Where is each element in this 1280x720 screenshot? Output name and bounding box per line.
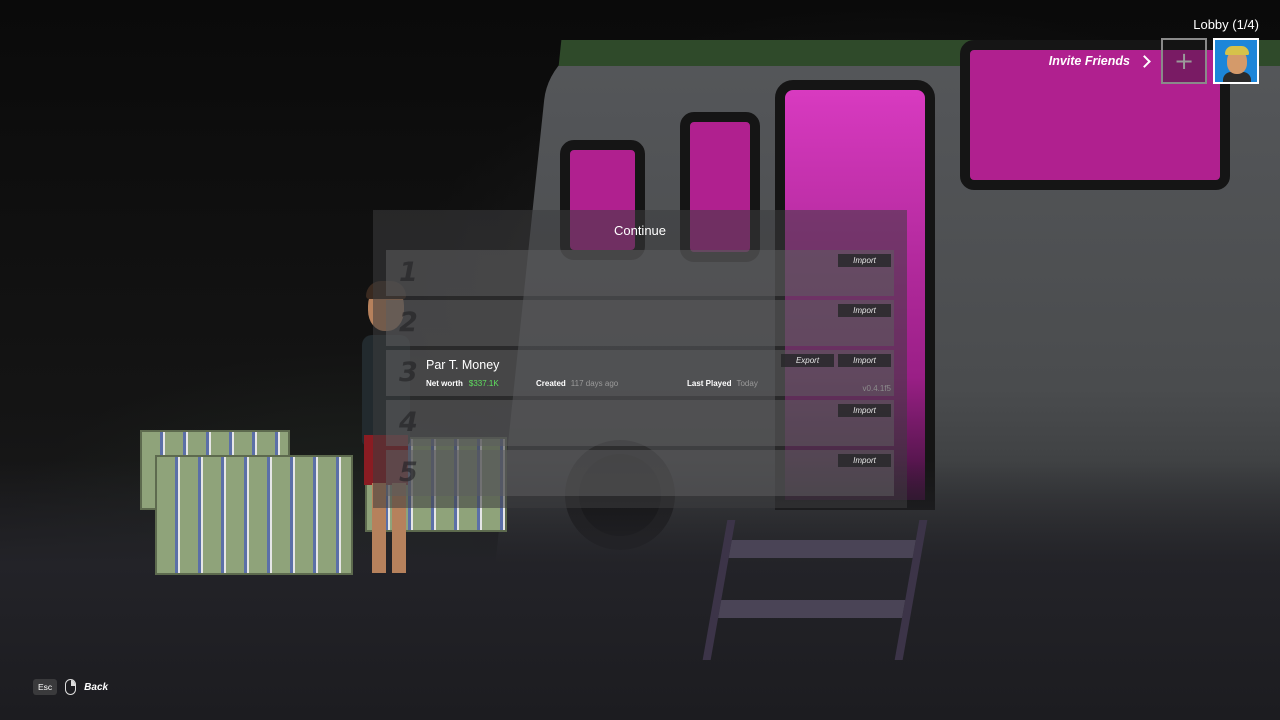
lobby-title: Lobby (1/4) — [1193, 17, 1259, 32]
save-slot-5[interactable]: 5 Import — [386, 450, 894, 496]
save-slot-1[interactable]: 1 Import — [386, 250, 894, 296]
slot-number: 4 — [399, 407, 418, 438]
cash-stack-front — [155, 455, 353, 575]
save-version: v0.4.1f5 — [862, 384, 891, 393]
slot-number: 5 — [399, 457, 418, 488]
save-slot-2[interactable]: 2 Import — [386, 300, 894, 346]
avatar-cap — [1225, 46, 1249, 55]
import-button[interactable]: Import — [838, 354, 891, 367]
save-name: Par T. Money — [426, 358, 500, 372]
net-worth-label: Net worth — [426, 379, 463, 388]
save-slot-3[interactable]: 3 Export Import Par T. Money Net worth $3… — [386, 350, 894, 396]
import-button[interactable]: Import — [838, 304, 891, 317]
export-button[interactable]: Export — [781, 354, 834, 367]
rv-step-upper — [728, 540, 916, 558]
import-button[interactable]: Import — [838, 254, 891, 267]
import-button[interactable]: Import — [838, 404, 891, 417]
panel-title: Continue — [613, 223, 667, 238]
mouse-icon — [65, 679, 77, 695]
add-player-slot-button[interactable]: + — [1161, 38, 1207, 84]
created-value: 117 days ago — [570, 379, 619, 388]
slot-number: 2 — [399, 307, 418, 338]
chevron-right-icon[interactable] — [1138, 54, 1151, 68]
invite-friends-button[interactable]: Invite Friends — [1049, 54, 1130, 68]
net-worth-value: $337.1K — [468, 379, 499, 388]
invite-row: Invite Friends + — [1049, 38, 1259, 84]
esc-key-icon: Esc — [33, 679, 58, 695]
slot-number: 1 — [399, 257, 418, 288]
continue-panel: Continue 1 Import 2 Import 3 Export Impo… — [373, 210, 907, 508]
back-hint[interactable]: Esc Back — [33, 678, 108, 696]
net-worth: Net worth $337.1K — [426, 379, 499, 388]
rv-step-lower — [718, 600, 906, 618]
save-slot-4[interactable]: 4 Import — [386, 400, 894, 446]
slot-number: 3 — [399, 357, 418, 388]
created-label: Created — [536, 379, 566, 388]
back-button[interactable]: Back — [84, 682, 108, 693]
last-played-value: Today — [736, 379, 758, 388]
last-played-label: Last Played — [687, 379, 732, 388]
last-played-info: Last Played Today — [687, 379, 758, 388]
rv-steps — [702, 520, 928, 660]
created-info: Created 117 days ago — [536, 379, 618, 388]
player-avatar[interactable] — [1213, 38, 1259, 84]
import-button[interactable]: Import — [838, 454, 891, 467]
